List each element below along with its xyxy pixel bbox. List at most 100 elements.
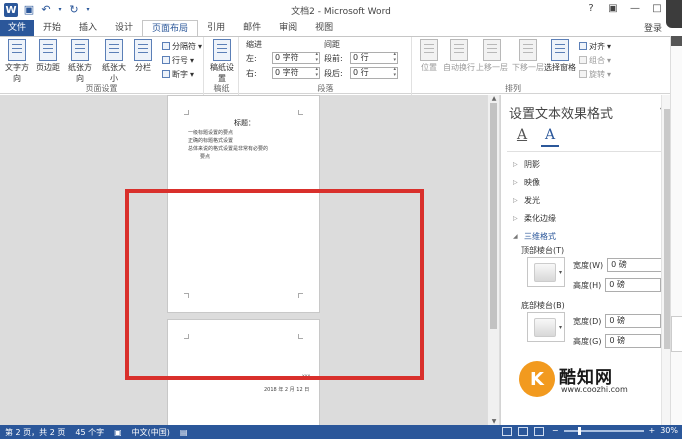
selection-pane-button[interactable]: 选择窗格	[543, 39, 577, 73]
text-fill-outline-tab[interactable]: A	[513, 127, 531, 147]
proofing-icon[interactable]: ▣	[109, 428, 127, 437]
zoom-slider-knob[interactable]	[577, 426, 581, 435]
section-soft-edges[interactable]: ▷ 柔化边缘	[513, 213, 556, 224]
print-layout-icon[interactable]	[518, 427, 528, 436]
page-count[interactable]: 第 2 页，共 2 页	[0, 427, 70, 438]
macro-icon[interactable]: ▤	[175, 428, 193, 437]
spacing-before-input[interactable]: 0 行	[350, 51, 398, 64]
language-status[interactable]: 中文(中国)	[127, 427, 175, 438]
top-bevel-picker[interactable]: ▾	[527, 257, 565, 287]
align-button[interactable]: 对齐 ▾	[579, 40, 611, 52]
tab-mailings[interactable]: 邮件	[234, 20, 270, 36]
zoom-in-icon[interactable]: +	[649, 426, 656, 435]
indent-right-input[interactable]: 0 字符	[272, 66, 320, 79]
margins-button[interactable]: 页边距	[34, 39, 62, 73]
section-reflection[interactable]: ▷ 映像	[513, 177, 540, 188]
orientation-button[interactable]: 纸张方向	[66, 39, 94, 84]
customize-qat-icon[interactable]: ▾	[85, 4, 91, 16]
read-mode-icon[interactable]	[502, 427, 512, 436]
text-direction-button[interactable]: 文字方向	[3, 39, 31, 84]
tab-design[interactable]: 设计	[106, 20, 142, 36]
top-width-label: 宽度(W)	[573, 260, 604, 270]
bevel-preview-icon	[534, 318, 556, 337]
scroll-down-icon[interactable]: ▼	[488, 418, 500, 425]
bottom-width-input[interactable]: 0 磅	[605, 314, 662, 328]
coozhi-logo-icon: K	[519, 361, 555, 397]
doc-heading: 标题：	[234, 119, 255, 127]
tab-file[interactable]: 文件	[0, 20, 34, 36]
dropdown-arrow-icon: ▾	[558, 324, 562, 331]
redo-icon[interactable]: ↻	[68, 4, 80, 16]
line-numbers-button[interactable]: 行号 ▾	[162, 54, 194, 66]
ribbon-tabs: 文件 开始 插入 设计 页面布局 引用 邮件 审阅 视图 登录	[0, 20, 682, 37]
zoom-out-icon[interactable]: −	[552, 426, 559, 435]
tab-references[interactable]: 引用	[198, 20, 234, 36]
pane-tabs: A A	[513, 127, 559, 147]
crop-mark	[298, 110, 303, 115]
word-logo-icon[interactable]: W	[4, 3, 18, 17]
indent-left-input[interactable]: 0 字符	[272, 51, 320, 64]
section-shadow[interactable]: ▷ 阴影	[513, 159, 540, 170]
hyphenation-icon	[162, 70, 170, 78]
breaks-button[interactable]: 分隔符 ▾	[162, 40, 202, 52]
tab-review[interactable]: 审阅	[270, 20, 306, 36]
sign-in-link[interactable]: 登录	[644, 21, 662, 34]
zoom-level[interactable]: 30%	[660, 426, 678, 435]
bevel-preview-icon	[534, 263, 556, 282]
top-width-input[interactable]: 0 磅	[607, 258, 664, 272]
wrap-text-icon	[450, 39, 468, 61]
help-icon[interactable]: ?	[580, 0, 602, 18]
rotate-button[interactable]: 旋转 ▾	[579, 68, 611, 80]
web-layout-icon[interactable]	[534, 427, 544, 436]
position-button[interactable]: 位置	[415, 39, 443, 73]
group-paragraph: 缩进 间距 左: 0 字符 右: 0 字符 段前: 0 行 段后: 0 行 段落	[240, 37, 412, 95]
bottom-height-input[interactable]: 0 磅	[605, 334, 662, 348]
undo-dropdown-icon[interactable]: ▾	[57, 4, 63, 16]
section-3d-format[interactable]: ◢ 三维格式	[513, 231, 556, 242]
group-label-page-setup: 页面设置	[85, 84, 118, 93]
scroll-up-icon[interactable]: ▲	[488, 95, 500, 102]
document-scrollbar[interactable]: ▲ ▼	[487, 95, 499, 425]
top-height-input[interactable]: 0 磅	[605, 278, 662, 292]
hyphenation-button[interactable]: 断字 ▾	[162, 68, 194, 80]
top-height-label: 高度(H)	[573, 280, 602, 290]
top-width-field: 宽度(W) 0 磅	[573, 258, 664, 272]
paper-size-icon	[105, 39, 123, 61]
doc-text-line: 一级标题设置的要点	[188, 130, 234, 136]
scrollbar-thumb[interactable]	[490, 103, 497, 329]
maximize-icon[interactable]: □	[646, 0, 668, 18]
columns-button[interactable]: 分栏	[132, 39, 154, 73]
text-effects-tab[interactable]: A	[541, 127, 559, 147]
align-icon	[579, 42, 587, 50]
selection-pane-icon	[551, 39, 569, 61]
bring-forward-button[interactable]: 上移一层	[475, 39, 509, 73]
zoom-slider[interactable]	[563, 426, 644, 435]
group-objects-button[interactable]: 组合 ▾	[579, 54, 611, 66]
save-icon[interactable]: ▣	[23, 4, 35, 16]
minimize-icon[interactable]: —	[624, 0, 646, 18]
indent-left-field: 左: 0 字符	[246, 51, 320, 64]
tab-home[interactable]: 开始	[34, 20, 70, 36]
dropdown-arrow-icon: ▾	[558, 269, 562, 276]
quick-access-toolbar: W ▣ ↶ ▾ ↻ ▾	[0, 3, 91, 17]
word-count[interactable]: 45 个字	[70, 427, 109, 438]
manuscript-settings-button[interactable]: 稿纸设置	[208, 39, 236, 84]
tab-insert[interactable]: 插入	[70, 20, 106, 36]
highlight-box	[125, 189, 424, 380]
send-backward-button[interactable]: 下移一层	[511, 39, 545, 73]
rotate-icon	[579, 70, 587, 78]
wrap-text-button[interactable]: 自动换行	[443, 39, 475, 73]
ribbon-display-icon[interactable]: ▣	[602, 0, 624, 18]
bring-forward-icon	[483, 39, 501, 61]
breaks-icon	[162, 42, 170, 50]
paper-size-button[interactable]: 纸张大小	[100, 39, 128, 84]
section-glow[interactable]: ▷ 发光	[513, 195, 540, 206]
spacing-after-input[interactable]: 0 行	[350, 66, 398, 79]
doc-text-line: 总体来说的格式设置是非常有必要的	[188, 146, 269, 152]
undo-icon[interactable]: ↶	[40, 4, 52, 16]
pane-title: 设置文本效果格式	[509, 107, 614, 122]
bottom-bevel-picker[interactable]: ▾	[527, 312, 565, 342]
tab-view[interactable]: 视图	[306, 20, 342, 36]
columns-icon	[134, 39, 152, 61]
tab-page-layout[interactable]: 页面布局	[142, 20, 199, 37]
